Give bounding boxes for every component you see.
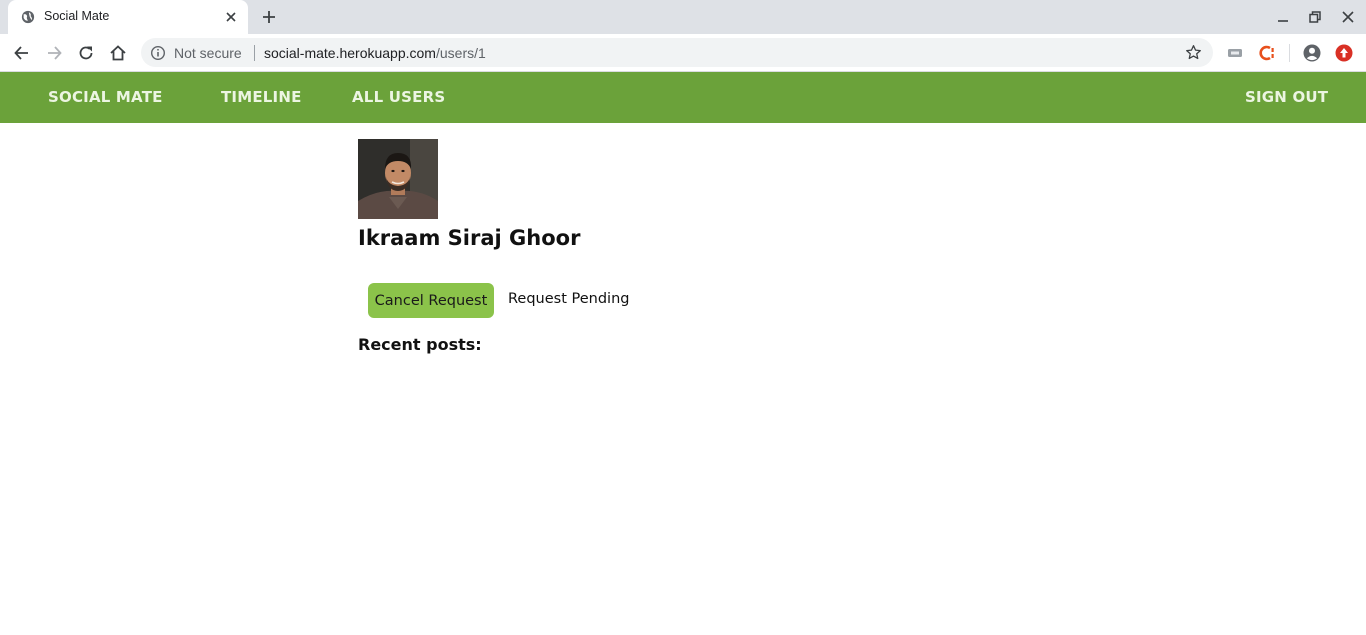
close-tab-icon[interactable] bbox=[224, 10, 238, 24]
restore-icon[interactable] bbox=[1308, 10, 1322, 24]
minimize-icon[interactable] bbox=[1276, 10, 1290, 24]
address-bar[interactable]: Not secure social-mate.herokuapp.com/use… bbox=[141, 38, 1213, 67]
close-window-icon[interactable] bbox=[1341, 10, 1355, 24]
profile-icon[interactable] bbox=[1302, 43, 1322, 63]
browser-toolbar: Not secure social-mate.herokuapp.com/use… bbox=[0, 34, 1366, 72]
profile-name: Ikraam Siraj Ghoor bbox=[358, 226, 581, 250]
avatar bbox=[358, 139, 438, 219]
new-tab-icon[interactable] bbox=[261, 9, 277, 25]
site-navbar: SOCIAL MATE TIMELINE ALL USERS SIGN OUT bbox=[0, 72, 1366, 123]
omnibox-divider bbox=[254, 45, 255, 61]
back-arrow-icon[interactable] bbox=[12, 43, 32, 63]
recent-posts-heading: Recent posts: bbox=[358, 335, 482, 354]
nav-timeline-link[interactable]: TIMELINE bbox=[221, 88, 302, 106]
update-icon[interactable] bbox=[1334, 43, 1354, 63]
browser-tab[interactable]: Social Mate bbox=[8, 0, 248, 34]
forward-arrow-icon[interactable] bbox=[44, 43, 64, 63]
security-status: Not secure bbox=[174, 45, 242, 61]
reload-icon[interactable] bbox=[76, 43, 96, 63]
color-picker-extension-icon[interactable] bbox=[1257, 43, 1277, 63]
info-icon[interactable] bbox=[150, 45, 166, 61]
bookmark-star-icon[interactable] bbox=[1185, 44, 1202, 61]
url-text: social-mate.herokuapp.com/users/1 bbox=[264, 45, 486, 61]
toolbar-divider bbox=[1289, 44, 1290, 62]
globe-icon bbox=[21, 10, 35, 24]
browser-tab-strip: Social Mate bbox=[0, 0, 1366, 34]
nav-sign-out-link[interactable]: SIGN OUT bbox=[1245, 88, 1328, 106]
extension-icon[interactable] bbox=[1225, 43, 1245, 63]
nav-brand-link[interactable]: SOCIAL MATE bbox=[48, 88, 163, 106]
cancel-request-button[interactable]: Cancel Request bbox=[368, 283, 494, 318]
url-host: social-mate.herokuapp.com bbox=[264, 45, 436, 61]
url-path: /users/1 bbox=[435, 45, 486, 61]
home-icon[interactable] bbox=[108, 43, 128, 63]
avatar-photo bbox=[358, 139, 438, 219]
nav-all-users-link[interactable]: ALL USERS bbox=[352, 88, 445, 106]
request-status-text: Request Pending bbox=[508, 291, 630, 307]
tab-title: Social Mate bbox=[44, 9, 110, 23]
